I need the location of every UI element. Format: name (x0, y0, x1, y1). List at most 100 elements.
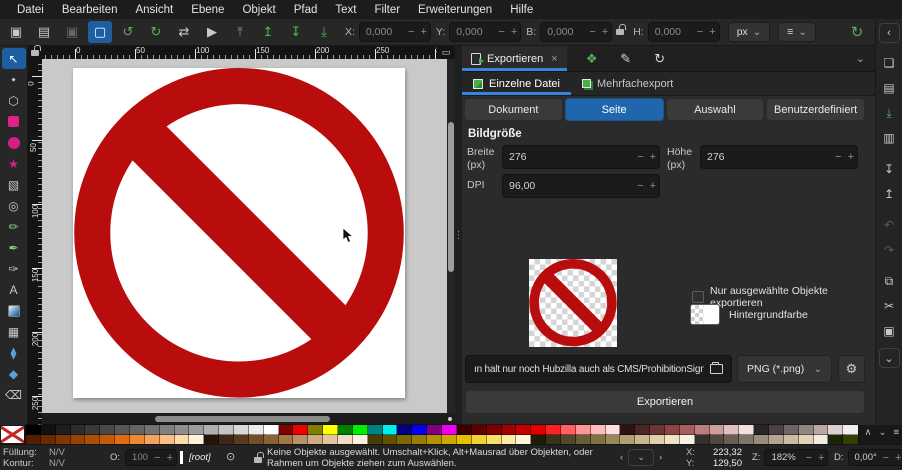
toggle-selection-cue-icon[interactable]: ▢ (88, 21, 112, 43)
minus-button[interactable]: − (880, 452, 892, 464)
palette-swatch[interactable] (769, 425, 784, 435)
snap-options-button[interactable]: ≡ ⌄ (778, 22, 816, 42)
undo-icon[interactable]: ↶ (879, 215, 900, 235)
palette-swatch[interactable] (249, 435, 264, 445)
panel-divider[interactable]: ⋮ (455, 46, 462, 425)
menu-datei[interactable]: Datei (8, 2, 53, 18)
palette-swatch[interactable] (323, 425, 338, 435)
palette-swatch[interactable] (799, 425, 814, 435)
redo-icon[interactable]: ↷ (879, 240, 900, 260)
calligraphy-tool[interactable]: ✑ (2, 258, 26, 279)
palette-swatch[interactable] (606, 435, 621, 445)
palette-swatch[interactable] (204, 435, 219, 445)
palette-swatch[interactable] (397, 435, 412, 445)
palette-swatch[interactable] (26, 425, 41, 435)
palette-swatch[interactable] (264, 425, 279, 435)
palette-swatch[interactable] (531, 425, 546, 435)
palette-swatch[interactable] (293, 435, 308, 445)
horizontal-scrollbar-thumb[interactable] (155, 416, 330, 422)
palette-swatch[interactable] (739, 435, 754, 445)
palette-swatch[interactable] (308, 425, 323, 435)
palette-swatch[interactable] (710, 425, 725, 435)
minus-button[interactable]: − (495, 26, 507, 38)
layer-lock-icon[interactable] (254, 457, 262, 463)
copy-icon[interactable]: ⧉ (879, 271, 900, 291)
tab-einzelne-datei[interactable]: Einzelne Datei (462, 72, 571, 95)
zoom-input[interactable]: 182% − + (764, 449, 828, 466)
palette-swatch[interactable] (739, 425, 754, 435)
dropper-tool[interactable]: ⧫ (2, 342, 26, 363)
select-all-layers-icon[interactable]: ▤ (32, 21, 56, 43)
palette-swatch[interactable] (145, 435, 160, 445)
palette-swatch[interactable] (442, 435, 457, 445)
palette-swatch[interactable] (620, 425, 635, 435)
palette-swatch[interactable] (115, 435, 130, 445)
palette-swatch[interactable] (26, 435, 41, 445)
palette-swatch[interactable] (710, 435, 725, 445)
dpi-input[interactable]: 96,00 − + (502, 174, 660, 198)
palette-swatch[interactable] (219, 425, 234, 435)
palette-swatch[interactable] (204, 425, 219, 435)
palette-swatch[interactable] (784, 435, 799, 445)
palette-swatch[interactable] (264, 435, 279, 445)
palette-swatch[interactable] (353, 435, 368, 445)
minus-button[interactable]: − (803, 452, 815, 464)
mesh-gradient-tool[interactable]: ▦ (2, 321, 26, 342)
palette-swatch[interactable] (561, 425, 576, 435)
export-button[interactable]: Exportieren (465, 390, 865, 414)
palette-swatch[interactable] (487, 435, 502, 445)
plus-button[interactable]: + (599, 26, 611, 38)
palette-scroll-up-icon[interactable]: ∧ (865, 427, 872, 438)
palette-swatch[interactable] (427, 425, 442, 435)
collapse-panel-button[interactable]: ‹ (879, 23, 900, 43)
field-b-input[interactable]: 0,000−+ (540, 22, 612, 42)
palette-swatch[interactable] (175, 425, 190, 435)
minus-button[interactable]: − (634, 180, 646, 192)
palette-swatch[interactable] (843, 435, 858, 445)
height-input[interactable]: 276 − + (700, 145, 858, 169)
opacity-input[interactable]: 100 − + (125, 449, 177, 466)
palette-scroll-down-icon[interactable]: ⌄ (878, 427, 886, 438)
palette-swatch[interactable] (591, 435, 606, 445)
background-color-swatch[interactable] (690, 304, 720, 325)
document-page[interactable] (73, 68, 405, 398)
palette-swatch[interactable] (71, 435, 86, 445)
raise-icon[interactable]: ↥ (256, 21, 280, 43)
palette-swatch[interactable] (828, 425, 843, 435)
menu-text[interactable]: Text (326, 2, 365, 18)
minus-button[interactable]: − (634, 151, 646, 163)
palette-swatch[interactable] (71, 425, 86, 435)
palette-swatch[interactable] (843, 425, 858, 435)
display-mode-button[interactable]: ▭ (437, 46, 455, 59)
palette-swatch[interactable] (635, 435, 650, 445)
new-document-icon[interactable]: ❏ (879, 53, 900, 73)
palette-swatch[interactable] (323, 435, 338, 445)
palette-menu-icon[interactable]: ≡ (893, 427, 899, 438)
lock-ratio-icon[interactable] (616, 29, 624, 35)
box3d-tool[interactable]: ▧ (2, 174, 26, 195)
palette-swatch[interactable] (338, 435, 353, 445)
canvas-viewport[interactable] (42, 59, 447, 413)
palette-swatch[interactable] (56, 425, 71, 435)
eraser-tool[interactable]: ⌫ (2, 384, 26, 405)
ellipse-tool[interactable] (2, 132, 26, 153)
palette-swatch[interactable] (368, 435, 383, 445)
more-commands-button[interactable]: ⌄ (879, 348, 900, 368)
area-benutzerdefiniert-button[interactable]: Benutzerdefiniert (766, 98, 865, 121)
rectangle-tool[interactable] (2, 111, 26, 132)
dialog-tab-history-icon[interactable]: ↻ (643, 51, 677, 67)
palette-swatch[interactable] (160, 435, 175, 445)
palette-swatch[interactable] (130, 425, 145, 435)
plus-button[interactable]: + (647, 180, 659, 192)
palette-swatch[interactable] (724, 425, 739, 435)
palette-swatch[interactable] (189, 435, 204, 445)
palette-swatch[interactable] (472, 425, 487, 435)
plus-button[interactable]: + (845, 151, 857, 163)
lower-to-bottom-icon[interactable]: ⤓ (312, 21, 336, 43)
layer-visibility-icon[interactable]: ⊙ (226, 450, 235, 463)
menu-erweiterungen[interactable]: Erweiterungen (409, 2, 501, 18)
node-tool[interactable]: ⬩ (2, 69, 26, 90)
palette-swatch[interactable] (769, 435, 784, 445)
palette-swatch[interactable] (665, 425, 680, 435)
palette-swatch[interactable] (130, 435, 145, 445)
